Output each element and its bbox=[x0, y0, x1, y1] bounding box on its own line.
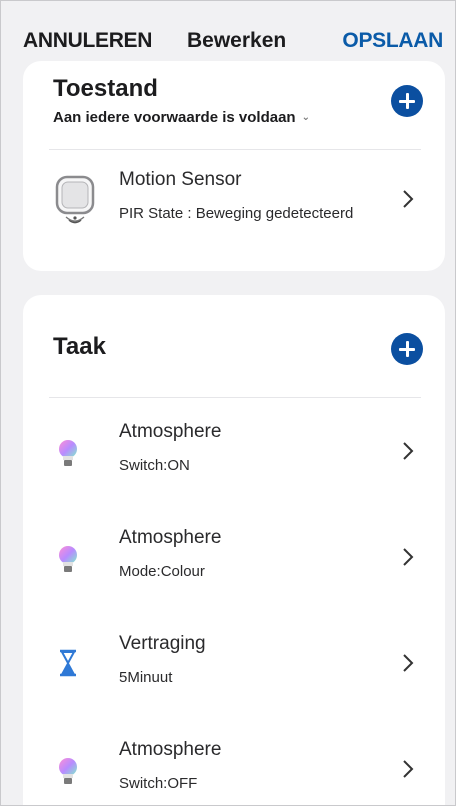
divider bbox=[49, 397, 421, 398]
page-title: Bewerken bbox=[187, 29, 287, 52]
task-name: Atmosphere bbox=[119, 527, 222, 548]
chevron-down-icon: ⌄ bbox=[301, 112, 310, 123]
task-detail: Mode:Colour bbox=[119, 563, 205, 580]
divider bbox=[49, 149, 421, 150]
chevron-right-icon bbox=[403, 654, 414, 672]
task-row[interactable]: Vertraging 5Minuut bbox=[23, 625, 445, 705]
condition-mode-selector[interactable]: Aan iedere voorwaarde is voldaan ⌄ bbox=[53, 109, 310, 126]
task-row[interactable]: Atmosphere Mode:Colour bbox=[23, 519, 445, 599]
task-detail: 5Minuut bbox=[119, 669, 173, 686]
motion-sensor-icon bbox=[51, 175, 101, 225]
chevron-right-icon bbox=[403, 548, 414, 566]
add-task-button[interactable] bbox=[391, 333, 423, 365]
task-detail: Switch:ON bbox=[119, 457, 190, 474]
task-section-title: Taak bbox=[53, 333, 106, 360]
screen: ANNULEREN Bewerken OPSLAAN Toestand Aan … bbox=[0, 0, 456, 806]
save-button[interactable]: OPSLAAN bbox=[342, 29, 443, 53]
task-row[interactable]: Atmosphere Switch:ON bbox=[23, 413, 445, 493]
condition-mode-label: Aan iedere voorwaarde is voldaan bbox=[53, 109, 296, 126]
condition-card: Toestand Aan iedere voorwaarde is voldaa… bbox=[23, 61, 445, 271]
bulb-icon bbox=[51, 745, 101, 795]
add-condition-button[interactable] bbox=[391, 85, 423, 117]
hourglass-icon bbox=[51, 639, 101, 689]
cancel-button[interactable]: ANNULEREN bbox=[23, 29, 152, 53]
chevron-right-icon bbox=[403, 190, 414, 208]
task-name: Atmosphere bbox=[119, 739, 222, 760]
bulb-icon bbox=[51, 427, 101, 477]
device-detail: PIR State : Beweging gedetecteerd bbox=[119, 205, 354, 222]
chevron-right-icon bbox=[403, 442, 414, 460]
task-row[interactable]: Atmosphere Switch:OFF bbox=[23, 731, 445, 805]
task-name: Vertraging bbox=[119, 633, 206, 654]
bulb-icon bbox=[51, 533, 101, 583]
device-name: Motion Sensor bbox=[119, 169, 242, 190]
task-name: Atmosphere bbox=[119, 421, 222, 442]
chevron-right-icon bbox=[403, 760, 414, 778]
task-detail: Switch:OFF bbox=[119, 775, 198, 792]
task-card: Taak Atmosphere Switch:ON Atmosphere Mod… bbox=[23, 295, 445, 805]
condition-section-title: Toestand bbox=[53, 75, 158, 102]
condition-row-motion-sensor[interactable]: Motion Sensor PIR State : Beweging gedet… bbox=[23, 161, 445, 241]
